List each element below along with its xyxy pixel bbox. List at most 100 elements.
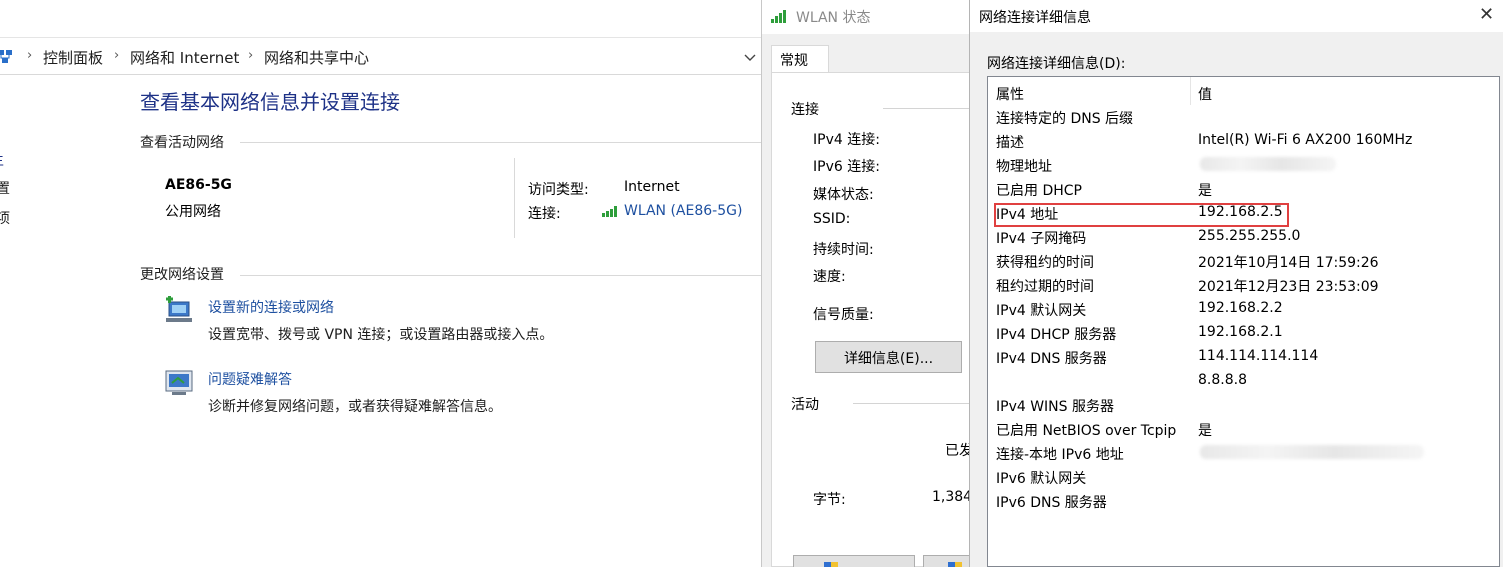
property-cell: 租约过期的时间 [996, 279, 1094, 295]
details-row[interactable]: 已启用 DHCP 是 [988, 177, 1498, 201]
wlan-status-dialog: WLAN 状态 常规 连接 IPv4 连接: IPv6 连接: 媒体状态: SS… [761, 0, 990, 567]
property-cell: IPv4 DNS 服务器 [996, 351, 1107, 367]
access-type-label: 访问类型: [528, 182, 589, 198]
chevron-down-icon[interactable] [744, 50, 756, 66]
change-settings-heading: 更改网络设置 [140, 267, 224, 283]
speed-label: 速度: [813, 269, 846, 285]
connection-details-dialog: 网络连接详细信息 ✕ 网络连接详细信息(D): 属性 值 连接特定的 DNS 后… [969, 0, 1503, 567]
chevron-right-icon: › [114, 48, 120, 63]
bytes-label: 字节: [813, 492, 846, 508]
address-bar[interactable]: › 控制面板 › 网络和 Internet › 网络和共享中心 [0, 39, 762, 75]
wifi-signal-icon [602, 205, 620, 221]
property-cell: IPv4 子网掩码 [996, 231, 1087, 247]
ipv4-connectivity-label: IPv4 连接: [813, 132, 880, 148]
shield-icon [948, 562, 962, 567]
ssid-label: SSID: [813, 211, 851, 227]
value-cell: 192.168.2.1 [1198, 324, 1283, 340]
details-row[interactable]: 租约过期的时间 2021年12月23日 23:53:09 [988, 273, 1498, 297]
sidebar-item-fragment[interactable]: 项 [0, 208, 10, 228]
ipv4-address-highlight [994, 203, 1289, 227]
properties-button[interactable] [793, 555, 915, 567]
wifi-signal-icon [771, 9, 791, 27]
property-cell: 连接特定的 DNS 后缀 [996, 111, 1134, 127]
property-cell: IPv4 DHCP 服务器 [996, 327, 1117, 343]
value-cell: 114.114.114.114 [1198, 348, 1319, 364]
value-cell: 192.168.2.2 [1198, 300, 1283, 316]
property-cell: 获得租约的时间 [996, 255, 1094, 271]
chevron-right-icon: › [27, 48, 33, 63]
details-row[interactable]: 获得租约的时间 2021年10月14日 17:59:26 [988, 249, 1498, 273]
property-column-header[interactable]: 属性 [996, 84, 1024, 104]
page-title: 查看基本网络信息并设置连接 [140, 90, 400, 114]
details-list-label: 网络连接详细信息(D): [987, 56, 1126, 72]
network-name: AE86-5G [165, 177, 232, 193]
value-column-header[interactable]: 值 [1198, 84, 1212, 104]
column-header-row: 属性 值 [988, 81, 1498, 105]
property-cell: 物理地址 [996, 159, 1052, 175]
connection-group-label: 连接 [791, 102, 819, 118]
details-row[interactable]: IPv4 默认网关 192.168.2.2 [988, 297, 1498, 321]
property-cell: IPv4 WINS 服务器 [996, 399, 1114, 415]
general-panel: 连接 IPv4 连接: IPv6 连接: 媒体状态: SSID: 持续时间: 速… [771, 72, 990, 567]
details-row[interactable]: IPv4 DNS 服务器 114.114.114.114 [988, 345, 1498, 369]
details-row[interactable]: IPv4 DHCP 服务器 192.168.2.1 [988, 321, 1498, 345]
value-cell: 2021年10月14日 17:59:26 [1198, 255, 1379, 271]
new-connection-icon [164, 296, 196, 330]
details-row[interactable]: 连接特定的 DNS 后缀 [988, 105, 1498, 129]
network-sharing-center-window: › 控制面板 › 网络和 Internet › 网络和共享中心 主 置 项 查看… [0, 0, 762, 567]
duration-label: 持续时间: [813, 242, 874, 258]
connection-label: 连接: [528, 206, 561, 222]
sidebar-item-fragment[interactable]: 置 [0, 178, 10, 198]
details-row[interactable]: IPv4 WINS 服务器 [988, 393, 1498, 417]
breadcrumb-control-panel[interactable]: 控制面板 [43, 47, 103, 68]
active-networks-heading: 查看活动网络 [140, 135, 224, 151]
details-row[interactable]: 8.8.8.8 [988, 369, 1498, 393]
details-row[interactable]: IPv4 子网掩码 255.255.255.0 [988, 225, 1498, 249]
title-bar: WLAN 状态 [762, 0, 982, 34]
chevron-right-icon: › [248, 48, 254, 63]
divider [883, 108, 983, 109]
divider [240, 275, 762, 276]
network-type: 公用网络 [165, 204, 221, 220]
details-list[interactable]: 属性 值 连接特定的 DNS 后缀 描述 Intel(R) Wi-Fi 6 AX20… [987, 76, 1500, 567]
shield-icon [824, 562, 838, 567]
troubleshoot-icon [164, 369, 196, 401]
redacted-ipv6-address [1200, 445, 1424, 459]
property-cell: 已启用 NetBIOS over Tcpip [996, 423, 1177, 439]
tab-general[interactable]: 常规 [771, 45, 829, 73]
title-bar: 网络连接详细信息 ✕ [970, 0, 1503, 32]
divider [240, 142, 762, 143]
property-cell: 已启用 DHCP [996, 183, 1082, 199]
breadcrumb-network-internet[interactable]: 网络和 Internet [130, 47, 239, 68]
redacted-mac-address [1200, 157, 1336, 171]
setup-connection-desc: 设置宽带、拨号或 VPN 连接；或设置路由器或接入点。 [208, 327, 554, 343]
details-button[interactable]: 详细信息(E)... [815, 341, 962, 373]
dialog-title: WLAN 状态 [796, 10, 871, 26]
value-cell: Intel(R) Wi-Fi 6 AX200 160MHz [1198, 132, 1413, 148]
activity-group-label: 活动 [791, 397, 819, 413]
dialog-title: 网络连接详细信息 [979, 10, 1091, 26]
value-cell: 是 [1198, 183, 1212, 199]
setup-connection-link[interactable]: 设置新的连接或网络 [208, 297, 334, 317]
close-icon[interactable]: ✕ [1479, 4, 1494, 25]
divider [853, 403, 983, 404]
details-row[interactable]: IPv6 DNS 服务器 [988, 489, 1498, 513]
access-type-value: Internet [624, 179, 680, 195]
value-cell: 是 [1198, 423, 1212, 439]
network-icon [0, 48, 14, 70]
breadcrumb-sharing-center[interactable]: 网络和共享中心 [264, 47, 369, 68]
ipv6-connectivity-label: IPv6 连接: [813, 159, 880, 175]
details-row[interactable]: 描述 Intel(R) Wi-Fi 6 AX200 160MHz [988, 129, 1498, 153]
sidebar-item-fragment[interactable]: 主 [0, 150, 4, 170]
details-row[interactable]: IPv6 默认网关 [988, 465, 1498, 489]
troubleshoot-link[interactable]: 问题疑难解答 [208, 369, 292, 389]
property-cell: 描述 [996, 135, 1024, 151]
media-state-label: 媒体状态: [813, 187, 874, 203]
property-cell: 连接-本地 IPv6 地址 [996, 447, 1124, 463]
property-cell: IPv6 默认网关 [996, 471, 1087, 487]
value-cell: 255.255.255.0 [1198, 228, 1301, 244]
divider [514, 158, 515, 238]
wlan-connection-link[interactable]: WLAN (AE86-5G) [624, 203, 742, 219]
property-cell: IPv6 DNS 服务器 [996, 495, 1107, 511]
details-row[interactable]: 已启用 NetBIOS over Tcpip 是 [988, 417, 1498, 441]
